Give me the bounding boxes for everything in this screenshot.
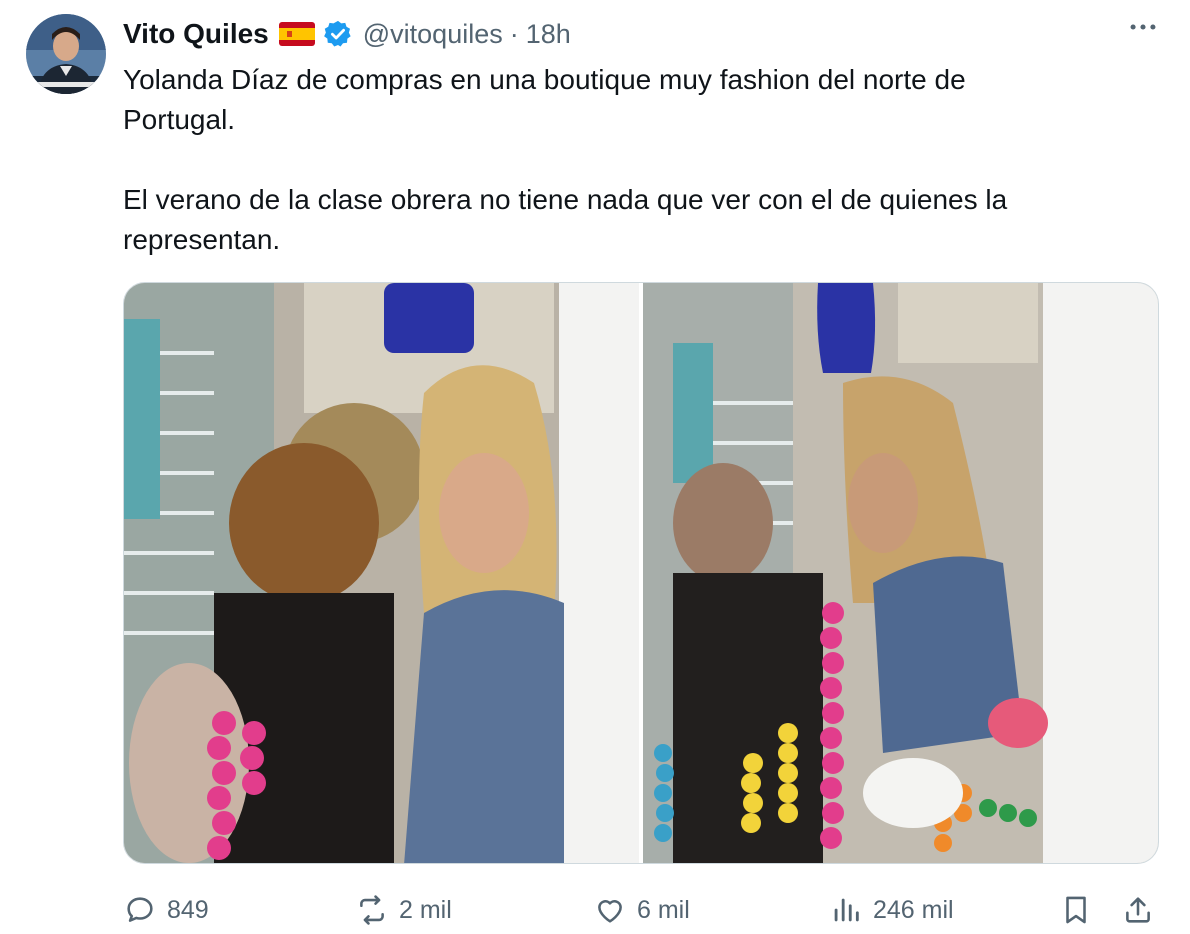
reply-button[interactable]: 849 bbox=[123, 890, 209, 930]
tweet-actions: 849 2 mil 6 mil 246 mil bbox=[123, 890, 1163, 934]
views-count: 246 mil bbox=[873, 895, 954, 924]
spain-flag-icon bbox=[278, 22, 315, 46]
tweet-header: Vito Quiles @vitoquiles · 18h bbox=[123, 14, 1163, 54]
reply-icon bbox=[127, 897, 153, 922]
author-avatar[interactable] bbox=[26, 14, 106, 94]
like-button[interactable]: 6 mil bbox=[593, 890, 690, 930]
avatar-image bbox=[26, 14, 106, 94]
tweet-paragraph-2: El verano de la clase obrera no tiene na… bbox=[123, 184, 1008, 255]
more-horizontal-icon[interactable] bbox=[1126, 10, 1160, 44]
bookmark-button[interactable] bbox=[1059, 890, 1093, 930]
like-count: 6 mil bbox=[637, 895, 690, 924]
repost-icon bbox=[360, 895, 384, 925]
repost-count: 2 mil bbox=[399, 895, 452, 924]
reply-count: 849 bbox=[167, 895, 209, 924]
share-button[interactable] bbox=[1121, 890, 1155, 930]
tweet-photo-2[interactable] bbox=[643, 283, 1158, 863]
views-button[interactable]: 246 mil bbox=[829, 890, 954, 930]
author-name[interactable]: Vito Quiles bbox=[123, 18, 269, 50]
verified-badge-icon[interactable] bbox=[323, 19, 353, 49]
author-handle[interactable]: @vitoquiles bbox=[363, 19, 503, 50]
tweet-paragraph-1: Yolanda Díaz de compras en una boutique … bbox=[123, 64, 966, 135]
tweet-timestamp[interactable]: 18h bbox=[526, 19, 571, 50]
share-icon bbox=[1126, 897, 1150, 923]
bookmark-icon bbox=[1066, 896, 1086, 924]
heart-icon bbox=[598, 900, 622, 923]
tweet-photo-1[interactable] bbox=[124, 283, 639, 863]
photo-1-image bbox=[124, 283, 639, 863]
tweet-body: Yolanda Díaz de compras en una boutique … bbox=[123, 60, 1133, 260]
tweet-media bbox=[123, 282, 1159, 864]
analytics-icon bbox=[834, 898, 859, 922]
photo-2-image bbox=[643, 283, 1158, 863]
repost-button[interactable]: 2 mil bbox=[355, 890, 452, 930]
header-separator: · bbox=[509, 18, 519, 49]
